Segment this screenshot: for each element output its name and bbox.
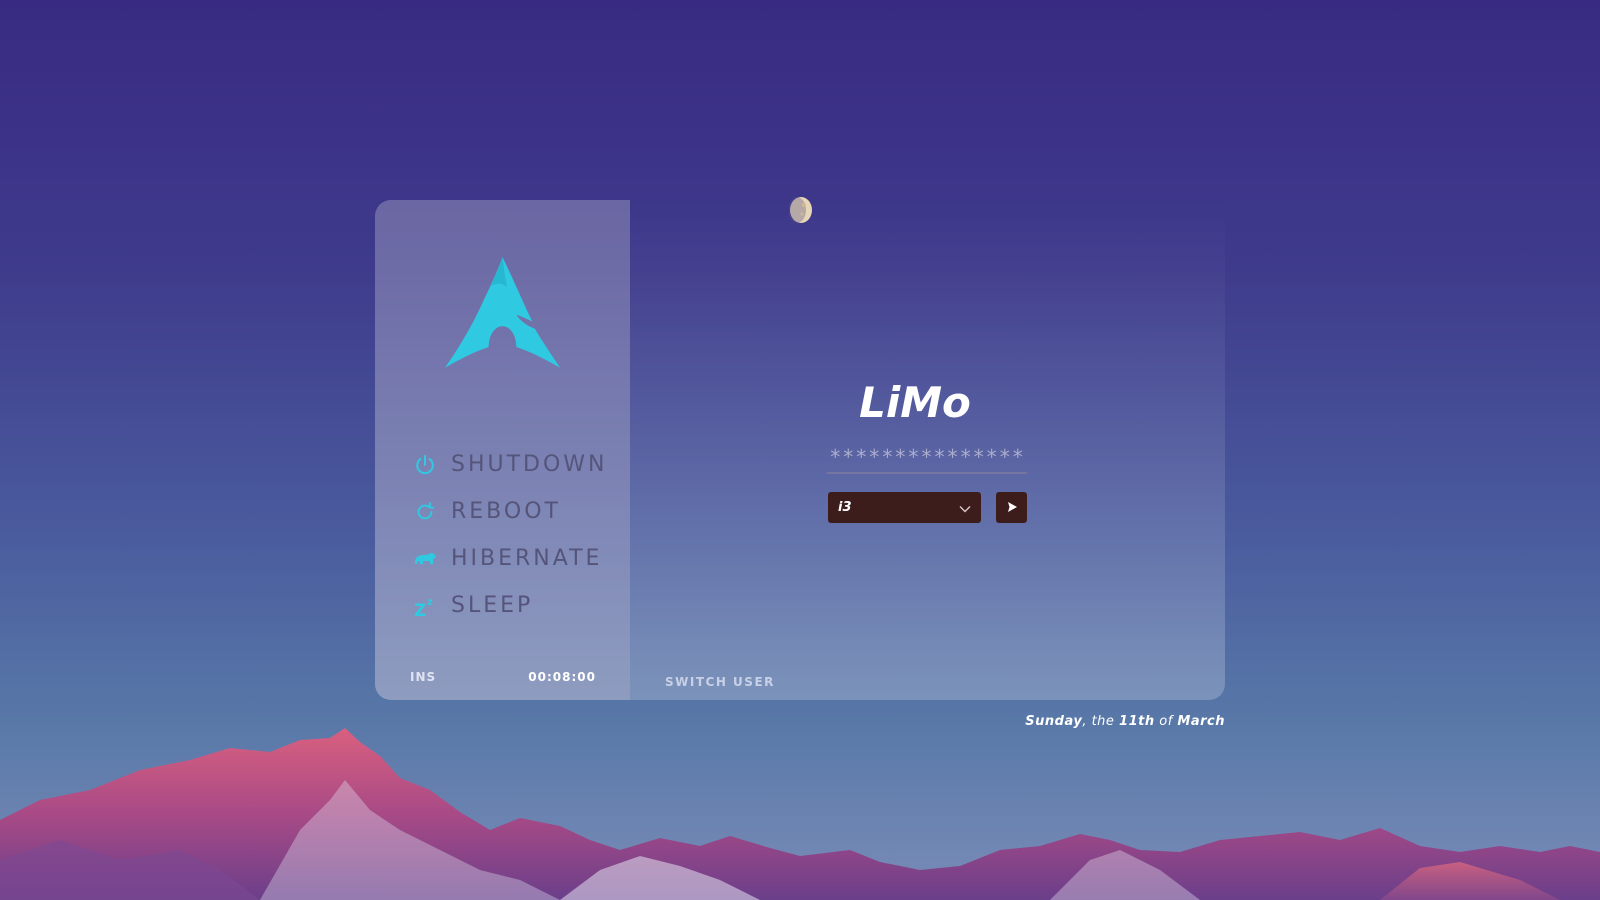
status-bar: INS 00:08:00	[375, 660, 630, 700]
date-month: March	[1177, 714, 1225, 729]
date-separator-2: of	[1154, 714, 1178, 729]
reboot-button[interactable]: REBOOT	[413, 497, 608, 526]
sleep-button[interactable]: Z z SLEEP	[413, 591, 608, 620]
clock: 00:08:00	[528, 670, 596, 684]
username: LiMo	[859, 378, 971, 427]
arch-logo-icon	[445, 257, 560, 368]
shutdown-button[interactable]: SHUTDOWN	[413, 450, 608, 479]
date-day: 11th	[1119, 714, 1155, 729]
power-menu: SHUTDOWN REBOOT HIBERNATE Z z SLEEP	[413, 450, 608, 620]
power-icon	[413, 453, 437, 477]
login-panel: SHUTDOWN REBOOT HIBERNATE Z z SLEEP INS …	[375, 200, 1225, 700]
switch-user-button[interactable]: SWITCH USER	[665, 675, 775, 689]
reboot-icon	[413, 500, 437, 524]
session-value: i3	[838, 500, 852, 515]
shutdown-label: SHUTDOWN	[451, 452, 608, 477]
date-separator-1: , the	[1082, 714, 1120, 729]
arrow-right-icon	[1006, 498, 1018, 517]
date-display: Sunday, the 11th of March	[1025, 714, 1225, 729]
keyboard-mode-indicator: INS	[410, 670, 437, 684]
svg-text:Z: Z	[414, 601, 426, 618]
sleep-label: SLEEP	[451, 593, 534, 618]
date-weekday: Sunday	[1025, 714, 1083, 729]
login-button[interactable]	[996, 492, 1027, 523]
hibernate-button[interactable]: HIBERNATE	[413, 544, 608, 573]
svg-text:z: z	[427, 597, 433, 608]
password-field[interactable]	[827, 442, 1027, 474]
power-sidebar: SHUTDOWN REBOOT HIBERNATE Z z SLEEP INS …	[375, 200, 630, 700]
session-select[interactable]: i3	[828, 492, 981, 523]
sleep-icon: Z z	[413, 594, 437, 618]
hibernate-label: HIBERNATE	[451, 546, 603, 571]
reboot-label: REBOOT	[451, 499, 561, 524]
bear-icon	[413, 547, 437, 571]
chevron-down-icon	[959, 498, 971, 517]
